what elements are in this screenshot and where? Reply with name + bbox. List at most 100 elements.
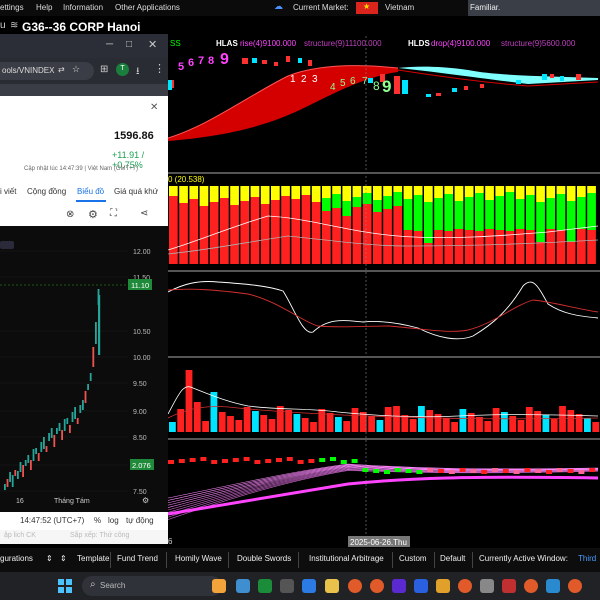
share-icon[interactable]: ⋖ (140, 208, 148, 219)
stack-bar-yellow (587, 186, 596, 193)
translate-icon[interactable]: ⇄ (58, 65, 65, 74)
browser-window: ─ □ ✕ ools/VNINDEX ⇄ ☆ ⊞ T ⭳ ⋮ ✕ 1596.86… (0, 34, 168, 544)
custom-button[interactable]: Custom (399, 554, 427, 563)
volume-bar (276, 406, 284, 432)
app-icon-2[interactable] (392, 579, 406, 593)
fund-trend-button[interactable]: Fund Trend (117, 554, 158, 563)
osc-line-white (168, 281, 599, 340)
tab-history[interactable]: Giá quá khứ (114, 187, 158, 196)
stack-bar-yellow (260, 186, 270, 204)
active-window-value[interactable]: Third (578, 554, 596, 563)
edge-icon[interactable] (236, 579, 250, 593)
chrome-icon[interactable] (348, 579, 362, 593)
count-low-6: 6 (350, 76, 356, 87)
app-icon-6[interactable] (502, 579, 516, 593)
maximize-icon[interactable]: □ (126, 39, 132, 50)
extensions-icon[interactable]: ⊞ (100, 64, 108, 75)
chrome-icon-4[interactable] (524, 579, 538, 593)
menu-help[interactable]: Help (36, 3, 52, 12)
volume-bar (310, 422, 317, 432)
chat-icon[interactable] (302, 579, 316, 593)
more-dots-icon[interactable] (0, 241, 14, 249)
stack-bar-yellow (342, 186, 352, 201)
chrome-icon-3[interactable] (458, 579, 472, 593)
tab-community[interactable]: Cộng đồng (27, 187, 66, 196)
xbox-icon[interactable] (258, 579, 272, 593)
count-mid-1: 1 (290, 74, 296, 85)
more-menu-icon[interactable]: ⋮ (154, 62, 165, 75)
mini-candle (69, 425, 71, 433)
volume-bar (301, 418, 309, 432)
chrome-icon-5[interactable] (568, 579, 582, 593)
stack-bar-red (189, 199, 199, 264)
double-swords-button[interactable]: Double Swords (237, 554, 291, 563)
profile-avatar[interactable]: T (116, 63, 129, 76)
menu-other-applications[interactable]: Other Applications (115, 3, 180, 12)
chrome-icon-2[interactable] (370, 579, 384, 593)
volume-bar (202, 421, 209, 432)
fullscreen-icon[interactable]: ⛶ (110, 208, 117, 219)
close-window-icon[interactable]: ✕ (148, 38, 157, 51)
count-mid-2: 2 (301, 74, 307, 85)
windows-start-icon[interactable] (58, 579, 72, 593)
homily-wave-button[interactable]: Homily Wave (175, 554, 222, 563)
ribbon-bar (384, 470, 390, 474)
menu-settings[interactable]: ettings (0, 3, 24, 12)
tab-posts[interactable]: i viết (0, 187, 16, 196)
stack-bar-green (536, 202, 545, 242)
main-chart[interactable]: SS HLAS rise(4)9100.000 structure(9)1110… (168, 36, 600, 548)
sort-link[interactable]: Sắp xếp: Thứ công (70, 532, 129, 539)
app-icon-4[interactable] (436, 579, 450, 593)
bookmark-star-icon[interactable]: ☆ (72, 64, 80, 75)
stack-bar-green (566, 201, 576, 242)
settings-small-icon[interactable]: ⚙ (142, 496, 149, 505)
menu-chevron-icon[interactable]: u (0, 20, 6, 31)
download-icon[interactable]: ⭳ (136, 64, 140, 81)
minimize-icon[interactable]: ─ (106, 39, 113, 50)
default-button[interactable]: Default (440, 554, 465, 563)
menu-information[interactable]: Information (63, 3, 103, 12)
ribbon-bar (330, 457, 336, 461)
panel-divider (168, 172, 600, 174)
close-popup-icon[interactable]: ✕ (150, 102, 158, 113)
market-name[interactable]: Vietnam (385, 3, 414, 12)
sort-arrows-icon-2[interactable]: ⇕ (60, 554, 67, 563)
mini-price-chart[interactable]: 12.0011.5010.5010.009.509.008.508.007.50… (0, 226, 168, 534)
app-icon-7[interactable] (546, 579, 560, 593)
stack-bar-green (383, 196, 392, 209)
tab-chart[interactable]: Biểu đồ (77, 187, 104, 196)
stack-bar-red (271, 200, 280, 264)
calendar-link[interactable]: ập lich CK (4, 532, 36, 539)
app-icon[interactable] (280, 579, 294, 593)
zoom-icon[interactable]: ⊗ (66, 209, 74, 220)
app-icon-5[interactable] (480, 579, 494, 593)
folder-icon[interactable] (325, 579, 339, 593)
taskbar-search-box[interactable]: ⌕ Search (82, 576, 222, 596)
layers-icon[interactable]: ≋ (10, 20, 18, 31)
configurations-button[interactable]: gurations (0, 554, 33, 563)
institutional-arbitrage-button[interactable]: Institutional Arbitrage (309, 554, 384, 563)
familiar-panel[interactable]: Familiar. (468, 0, 600, 17)
ribbon-bar (211, 460, 218, 464)
sort-arrows-icon[interactable]: ⇕ (46, 554, 53, 563)
url-bar[interactable]: ools/VNINDEX ⇄ ☆ (0, 62, 94, 80)
ribbon-bar (362, 468, 369, 472)
stack-bar-yellow (281, 186, 290, 196)
stack-bar-yellow (475, 186, 484, 193)
log-toggle[interactable]: log (108, 516, 119, 525)
page-top-strip (0, 84, 168, 96)
gear-icon[interactable]: ⚙ (88, 208, 98, 221)
percent-toggle[interactable]: % (94, 516, 101, 525)
stack-bar-yellow (220, 186, 229, 198)
stacked-bars (169, 186, 596, 264)
stack-bar-red (322, 211, 331, 264)
stack-bar-red (199, 206, 209, 264)
app-icon-3[interactable] (414, 579, 428, 593)
volume-bar (193, 402, 201, 432)
auto-toggle[interactable]: tự động (126, 516, 154, 525)
ribbon-bar (481, 470, 488, 474)
template-button[interactable]: Template (77, 554, 109, 563)
ribbon-bar (427, 468, 434, 472)
widgets-icon[interactable] (212, 579, 226, 593)
volume-bar (376, 420, 384, 432)
